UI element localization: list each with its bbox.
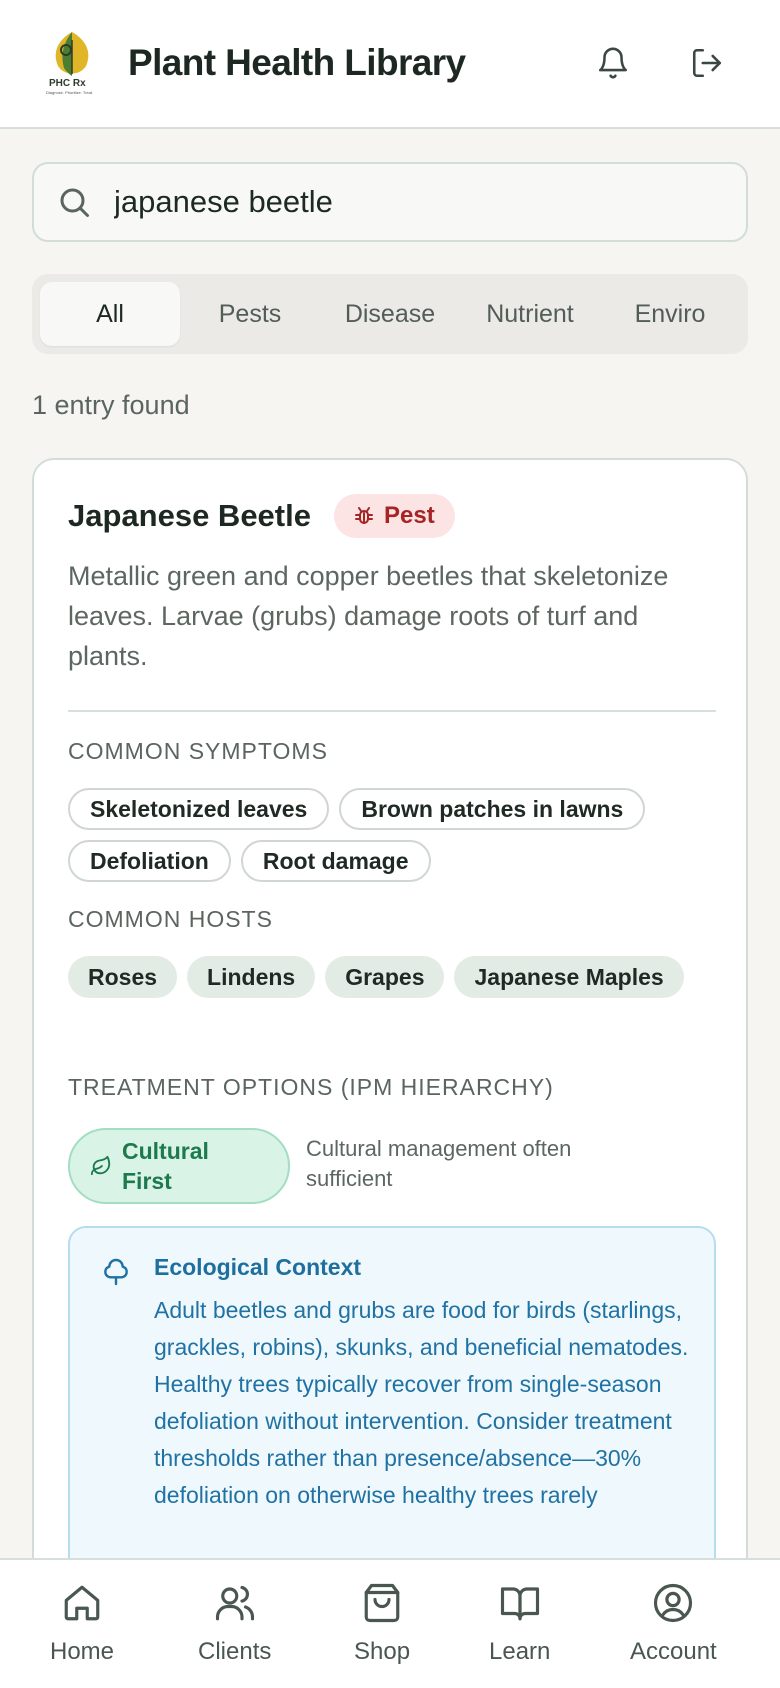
- host-chip: Lindens: [187, 956, 316, 998]
- hosts-heading: COMMON HOSTS: [68, 906, 273, 932]
- search-input[interactable]: [114, 178, 714, 226]
- search-bar: [32, 162, 748, 242]
- nav-item-shop[interactable]: Shop: [354, 1582, 410, 1666]
- symptom-chip: Defoliation: [68, 840, 231, 882]
- results-count: 1 entry found: [32, 390, 190, 420]
- search-icon: [60, 188, 89, 217]
- nav-item-clients[interactable]: Clients: [198, 1582, 271, 1666]
- symptoms-list: Skeletonized leaves Brown patches in law…: [68, 788, 718, 882]
- shopping-bag-icon: [364, 1583, 400, 1623]
- ecological-context-title: Ecological Context: [154, 1254, 362, 1280]
- nav-label: Shop: [354, 1638, 411, 1665]
- category-badge-label: Pest: [384, 502, 435, 529]
- treatment-heading: TREATMENT OPTIONS (IPM HIERARCHY): [68, 1074, 554, 1100]
- tab-all[interactable]: All: [40, 282, 180, 346]
- host-chip: Grapes: [325, 956, 445, 998]
- book-icon: [500, 1587, 539, 1621]
- home-icon: [64, 1585, 100, 1621]
- ecological-context-body: Adult beetles and grubs are food for bir…: [154, 1297, 689, 1508]
- hosts-list: Roses Lindens Grapes Japanese Maples: [68, 956, 718, 998]
- symptoms-heading: COMMON SYMPTOMS: [68, 738, 328, 764]
- category-tabs: All Pests Disease Nutrient Enviro: [32, 274, 748, 354]
- logo-tagline: Diagnose. Prioritize. Treat.: [46, 90, 93, 95]
- nav-label: Clients: [198, 1638, 272, 1665]
- notifications-button[interactable]: [592, 42, 634, 84]
- logout-button[interactable]: [686, 42, 728, 84]
- divider: [68, 710, 716, 712]
- ipm-level-line2: First: [122, 1168, 172, 1194]
- ipm-note: Cultural management often sufficient: [306, 1136, 572, 1191]
- account-icon: [654, 1583, 693, 1623]
- category-badge: Pest: [334, 494, 455, 538]
- symptom-chip: Brown patches in lawns: [339, 788, 646, 830]
- page-title: Plant Health Library: [128, 42, 466, 83]
- tab-disease[interactable]: Disease: [320, 282, 460, 346]
- tab-enviro[interactable]: Enviro: [600, 282, 740, 346]
- nav-item-home[interactable]: Home: [50, 1582, 114, 1666]
- nav-label: Home: [50, 1638, 115, 1665]
- tab-nutrient[interactable]: Nutrient: [460, 282, 600, 346]
- host-chip: Roses: [68, 956, 178, 998]
- nav-label: Learn: [489, 1638, 551, 1665]
- nav-item-account[interactable]: Account: [630, 1582, 717, 1666]
- logout-icon: [692, 48, 722, 78]
- entry-description: Metallic green and copper beetles that s…: [68, 561, 669, 671]
- symptom-chip: Skeletonized leaves: [68, 788, 330, 830]
- host-chip: Japanese Maples: [454, 956, 684, 998]
- leaf-icon: [90, 1155, 111, 1176]
- app-header: PHC Rx Diagnose. Prioritize. Treat. Plan…: [0, 0, 780, 129]
- ipm-level-badge: Cultural First: [68, 1128, 290, 1204]
- entry-card[interactable]: Japanese Beetle Pest Metallic green and …: [32, 458, 748, 1688]
- nav-label: Account: [630, 1638, 717, 1665]
- bell-icon: [598, 47, 628, 79]
- tree-icon: [104, 1258, 128, 1286]
- bug-icon: [355, 507, 373, 524]
- users-icon: [215, 1585, 254, 1621]
- ipm-level-line1: Cultural: [122, 1138, 209, 1164]
- entry-title: Japanese Beetle: [68, 498, 311, 533]
- tab-pests[interactable]: Pests: [180, 282, 320, 346]
- nav-item-learn[interactable]: Learn: [489, 1582, 550, 1666]
- bottom-nav: Home Clients Shop Learn Account: [0, 1558, 780, 1688]
- phc-rx-logo: PHC Rx Diagnose. Prioritize. Treat.: [46, 30, 98, 96]
- symptom-chip: Root damage: [240, 840, 431, 882]
- logo-text: PHC Rx: [49, 78, 86, 89]
